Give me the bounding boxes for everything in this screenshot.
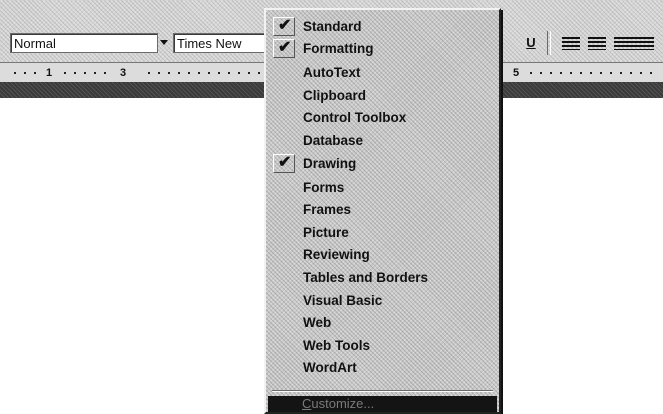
ruler-tick [550,72,552,74]
ruler-tick [590,72,592,74]
menu-item-visual-basic[interactable]: Visual Basic [270,290,495,312]
menu-item-label: Formatting [303,41,374,56]
ruler-tick [560,72,562,74]
ruler-tick [640,72,642,74]
menu-item-label: Control Toolbox [303,110,407,125]
menu-item-label: Visual Basic [303,293,383,308]
ruler-label-1: 1 [46,67,53,79]
ruler-tick [208,72,210,74]
ruler-tick [610,72,612,74]
ruler-tick [650,72,652,74]
ruler-tick [258,72,260,74]
ruler-tick [580,72,582,74]
menu-item-formatting[interactable]: ✔ Formatting [270,38,495,60]
ruler-tick [620,72,622,74]
ruler-tick [148,72,150,74]
ruler-tick [218,72,220,74]
ruler-tick [168,72,170,74]
ruler-tick [34,72,36,74]
menu-item-label: Web Tools [303,338,370,353]
menu-item-wordart[interactable]: WordArt [270,357,495,379]
menu-item-label: Frames [303,202,352,217]
ruler-tick [228,72,230,74]
ruler-tick [158,72,160,74]
menu-item-control-toolbox[interactable]: Control Toolbox [270,107,495,129]
ruler-tick [630,72,632,74]
align-center-icon[interactable] [588,37,606,50]
ruler-tick [540,72,542,74]
ruler-tick [188,72,190,74]
menu-item-web[interactable]: Web [270,312,495,334]
checkmark-icon: ✔ [278,39,292,56]
menu-item-web-tools[interactable]: Web Tools [270,335,495,357]
menu-item-database[interactable]: Database [270,130,495,152]
ruler-tick [600,72,602,74]
menu-item-label: Tables and Borders [303,270,429,285]
menu-item-label: AutoText [303,65,361,80]
menu-item-reviewing[interactable]: Reviewing [270,244,495,266]
ruler-tick [530,72,532,74]
ruler-tick [248,72,250,74]
menu-item-label: Forms [303,180,345,195]
align-left-icon[interactable] [562,37,580,50]
toolbars-context-menu: ✔ Standard ✔ Formatting AutoText Clipboard Con… [264,8,501,414]
align-right-icon[interactable] [614,37,654,50]
ruler-tick [64,72,66,74]
font-dropdown[interactable]: Times New [173,33,265,53]
toolbar-separator [547,31,551,55]
menu-item-tables-and-borders[interactable]: Tables and Borders [270,267,495,289]
style-dropdown-arrow-icon[interactable] [160,40,168,45]
menu-separator [272,390,493,392]
ruler-tick [570,72,572,74]
underline-button[interactable]: U [520,33,542,53]
menu-item-label: Reviewing [303,247,370,262]
menu-item-frames[interactable]: Frames [270,199,495,221]
ruler-tick [14,72,16,74]
menu-item-forms[interactable]: Forms [270,177,495,199]
ruler-tick [24,72,26,74]
menu-item-label: Standard [303,19,362,34]
ruler-tick [84,72,86,74]
customize-label: Customize... [302,396,375,411]
style-dropdown[interactable]: Normal [10,33,158,53]
menu-item-label: Picture [303,225,349,240]
menu-item-label: Web [303,315,332,330]
checkmark-icon: ✔ [278,17,292,34]
ruler-tick [178,72,180,74]
ruler-label-5: 5 [513,67,520,79]
menu-item-label: Database [303,133,364,148]
customize-menu-item[interactable]: Customize... [268,396,497,412]
ruler-tick [198,72,200,74]
menu-item-autotext[interactable]: AutoText [270,62,495,84]
ruler-tick [94,72,96,74]
menu-item-label: Clipboard [303,88,366,103]
menu-item-label: WordArt [303,360,357,375]
ruler-tick [104,72,106,74]
ruler-tick [74,72,76,74]
menu-item-label: Drawing [303,156,357,171]
menu-item-standard[interactable]: ✔ Standard [270,16,495,38]
ruler-label-3: 3 [120,67,127,79]
menu-item-clipboard[interactable]: Clipboard [270,85,495,107]
menu-item-drawing[interactable]: ✔ Drawing [270,153,495,175]
checkmark-icon: ✔ [278,154,292,171]
ruler-tick [238,72,240,74]
menu-item-picture[interactable]: Picture [270,222,495,244]
